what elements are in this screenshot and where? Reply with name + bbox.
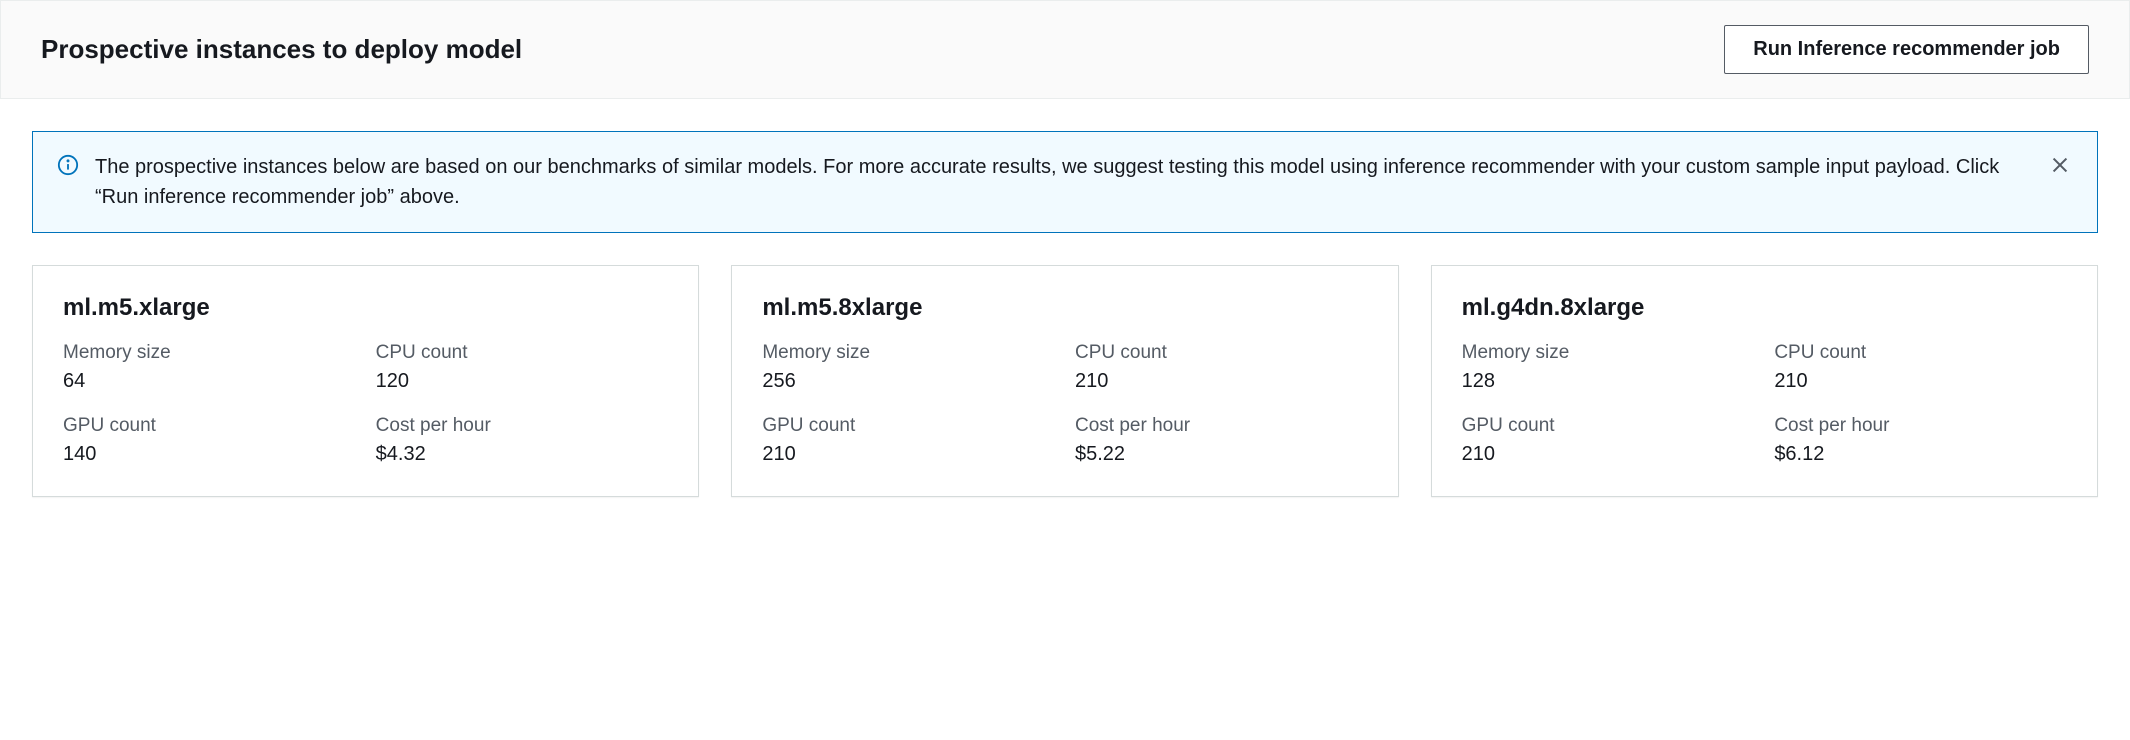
spec-label: Memory size (1462, 342, 1755, 364)
run-inference-recommender-button[interactable]: Run Inference recommender job (1724, 25, 2089, 74)
close-alert-button[interactable] (2047, 152, 2073, 181)
spec-label: GPU count (1462, 415, 1755, 437)
spec-label: Cost per hour (376, 415, 669, 437)
content-area: The prospective instances below are base… (0, 99, 2130, 537)
instance-cards-row: ml.m5.xlarge Memory size 64 CPU count 12… (32, 265, 2098, 497)
info-icon (57, 152, 79, 179)
info-alert-text: The prospective instances below are base… (95, 152, 2031, 212)
spec-label: Cost per hour (1075, 415, 1368, 437)
spec-label: CPU count (376, 342, 669, 364)
instance-name: ml.g4dn.8xlarge (1462, 294, 2067, 322)
spec-gpu-count: GPU count 210 (762, 415, 1055, 466)
spec-cost-per-hour: Cost per hour $6.12 (1774, 415, 2067, 466)
instance-card: ml.g4dn.8xlarge Memory size 128 CPU coun… (1431, 265, 2098, 497)
spec-memory-size: Memory size 128 (1462, 342, 1755, 393)
spec-label: GPU count (63, 415, 356, 437)
spec-label: Memory size (63, 342, 356, 364)
spec-value: 140 (63, 443, 356, 466)
spec-cost-per-hour: Cost per hour $4.32 (376, 415, 669, 466)
spec-value: $4.32 (376, 443, 669, 466)
spec-value: 64 (63, 370, 356, 393)
spec-value: 210 (1774, 370, 2067, 393)
spec-memory-size: Memory size 64 (63, 342, 356, 393)
instance-card: ml.m5.xlarge Memory size 64 CPU count 12… (32, 265, 699, 497)
spec-value: 210 (762, 443, 1055, 466)
spec-value: 256 (762, 370, 1055, 393)
spec-value: $5.22 (1075, 443, 1368, 466)
spec-label: Memory size (762, 342, 1055, 364)
spec-label: GPU count (762, 415, 1055, 437)
spec-label: CPU count (1774, 342, 2067, 364)
header-bar: Prospective instances to deploy model Ru… (0, 0, 2130, 99)
instance-card: ml.m5.8xlarge Memory size 256 CPU count … (731, 265, 1398, 497)
instance-name: ml.m5.8xlarge (762, 294, 1367, 322)
spec-value: 128 (1462, 370, 1755, 393)
spec-gpu-count: GPU count 140 (63, 415, 356, 466)
spec-label: Cost per hour (1774, 415, 2067, 437)
spec-cpu-count: CPU count 210 (1774, 342, 2067, 393)
spec-gpu-count: GPU count 210 (1462, 415, 1755, 466)
spec-value: 120 (376, 370, 669, 393)
info-alert: The prospective instances below are base… (32, 131, 2098, 233)
close-icon (2049, 164, 2071, 179)
spec-value: 210 (1462, 443, 1755, 466)
spec-cpu-count: CPU count 210 (1075, 342, 1368, 393)
spec-value: $6.12 (1774, 443, 2067, 466)
page-title: Prospective instances to deploy model (41, 34, 522, 65)
spec-cost-per-hour: Cost per hour $5.22 (1075, 415, 1368, 466)
spec-label: CPU count (1075, 342, 1368, 364)
instance-name: ml.m5.xlarge (63, 294, 668, 322)
spec-cpu-count: CPU count 120 (376, 342, 669, 393)
spec-value: 210 (1075, 370, 1368, 393)
spec-memory-size: Memory size 256 (762, 342, 1055, 393)
